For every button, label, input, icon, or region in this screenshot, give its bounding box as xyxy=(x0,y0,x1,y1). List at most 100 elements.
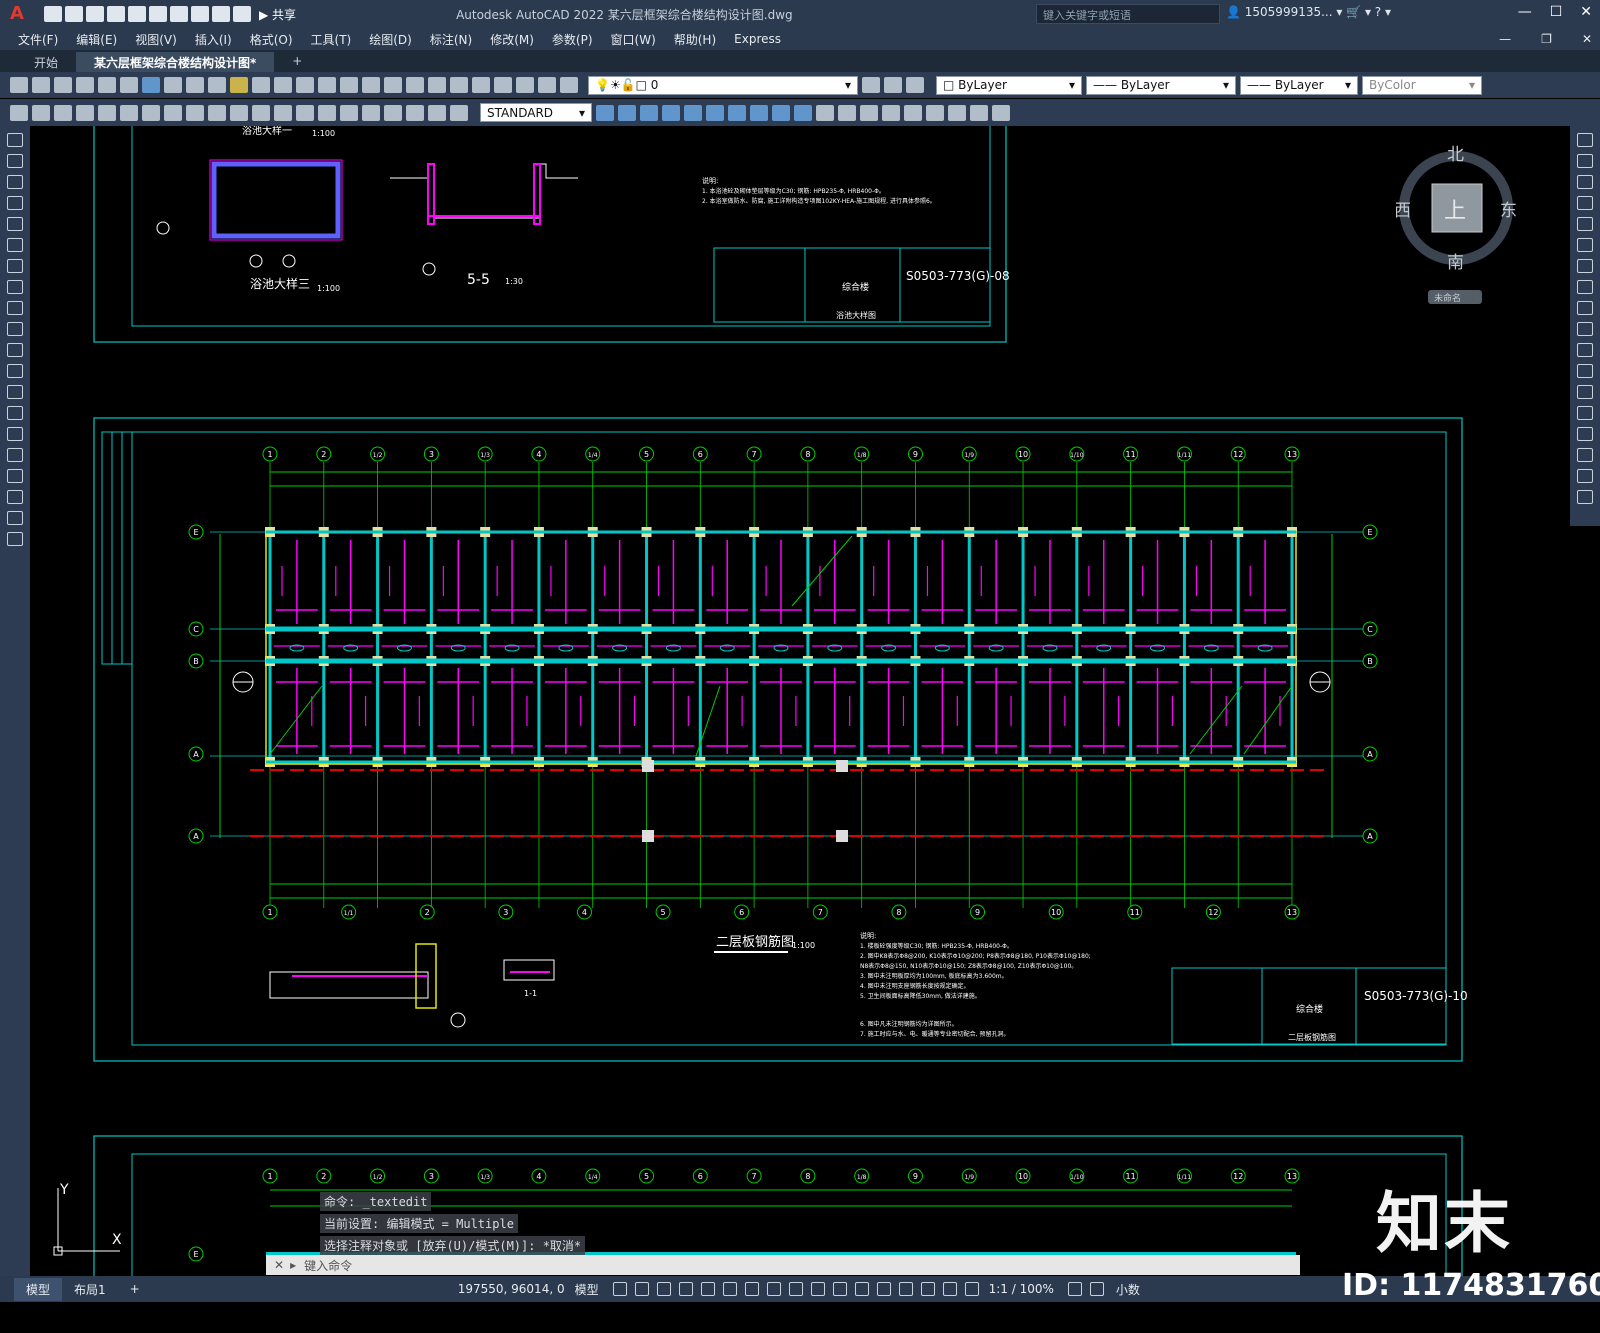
camera-icon[interactable] xyxy=(816,104,834,121)
doc-restore-icon[interactable]: ❐ xyxy=(1541,32,1552,46)
customize-icon[interactable] xyxy=(233,6,251,22)
color-dropdown[interactable]: □ ByLayer ▾ xyxy=(936,75,1082,95)
tab-drawing[interactable]: 某六层框架综合楼结构设计图* xyxy=(76,52,275,72)
menu-insert[interactable]: 插入(I) xyxy=(195,31,232,48)
drawing-canvas[interactable]: 浴池大样一 1:100 浴池大样三 1:100 5-5 1:30 说明: 1. … xyxy=(30,126,1570,1276)
zoom-previous-icon[interactable] xyxy=(384,77,402,93)
make-current-icon[interactable] xyxy=(862,77,880,93)
menu-parametric[interactable]: 参数(P) xyxy=(552,31,593,48)
selection-filter-icon[interactable] xyxy=(898,1282,913,1296)
compass-north[interactable]: 北 xyxy=(1447,145,1464,165)
tolerance-icon[interactable] xyxy=(340,104,358,121)
layer-dropdown[interactable]: 💡☀🔓□ 0 ▾ xyxy=(588,75,858,95)
menu-help[interactable]: 帮助(H) xyxy=(674,31,716,48)
publish-icon[interactable] xyxy=(120,77,138,93)
close-icon[interactable]: ✕ xyxy=(1580,4,1592,20)
rotate-icon[interactable] xyxy=(1577,259,1593,273)
dim-space-icon[interactable] xyxy=(318,104,336,121)
plot-icon[interactable] xyxy=(170,6,188,22)
zoom-realtime-icon[interactable] xyxy=(340,77,358,93)
inspection-icon[interactable] xyxy=(384,104,402,121)
make-block-icon[interactable] xyxy=(7,385,23,399)
osnap-icon[interactable] xyxy=(766,1282,781,1296)
search-input[interactable]: 键入关键字或短语 xyxy=(1036,4,1220,24)
fillet-icon[interactable] xyxy=(1577,448,1593,462)
menu-dimension[interactable]: 标注(N) xyxy=(430,31,472,48)
union-icon[interactable] xyxy=(684,104,702,121)
array-icon[interactable] xyxy=(1577,217,1593,231)
explode-icon[interactable] xyxy=(1577,490,1593,504)
dimtedit-icon[interactable] xyxy=(428,104,446,121)
model-space-toggle[interactable]: 模型 xyxy=(575,1281,599,1298)
zoom-window-icon[interactable] xyxy=(362,77,380,93)
light-icon[interactable] xyxy=(838,104,856,121)
open-web-icon[interactable] xyxy=(128,6,146,22)
arc-icon[interactable] xyxy=(7,238,23,252)
menu-express[interactable]: Express xyxy=(734,32,781,46)
doc-close-icon[interactable]: ✕ xyxy=(1582,32,1592,46)
menu-window[interactable]: 窗口(W) xyxy=(611,31,656,48)
cut-icon[interactable] xyxy=(164,77,182,93)
gear-icon[interactable] xyxy=(1067,1282,1082,1296)
ucs-object-icon[interactable] xyxy=(992,104,1010,121)
block-editor-icon[interactable] xyxy=(252,77,270,93)
hatch-icon[interactable] xyxy=(7,427,23,441)
solid-icon[interactable] xyxy=(662,104,680,121)
chamfer-icon[interactable] xyxy=(1577,427,1593,441)
lineweight-dropdown[interactable]: —— ByLayer ▾ xyxy=(1240,75,1358,95)
ortho-icon[interactable] xyxy=(678,1282,693,1296)
copy-object-icon[interactable] xyxy=(1577,154,1593,168)
plotstyle-dropdown[interactable]: ByColor ▾ xyxy=(1362,75,1482,95)
doc-minimize-icon[interactable]: — xyxy=(1499,32,1511,46)
revision-cloud-icon[interactable] xyxy=(7,280,23,294)
compass-west[interactable]: 西 xyxy=(1394,201,1411,221)
text-style-dropdown[interactable]: STANDARD ▾ xyxy=(480,103,592,122)
compass-east[interactable]: 东 xyxy=(1500,201,1517,221)
table-icon[interactable] xyxy=(7,490,23,504)
help-icon[interactable] xyxy=(538,77,556,93)
ordinate-dim-icon[interactable] xyxy=(142,104,160,121)
add-layout-button[interactable]: + xyxy=(118,1279,152,1299)
mtext-icon[interactable] xyxy=(7,511,23,525)
aligned-dim-icon[interactable] xyxy=(98,104,116,121)
sweep-icon[interactable] xyxy=(794,104,812,121)
walk-icon[interactable] xyxy=(904,104,922,121)
tab-model[interactable]: 模型 xyxy=(14,1277,63,1301)
spline-icon[interactable] xyxy=(7,301,23,315)
erase-icon[interactable] xyxy=(1577,133,1593,147)
circle-icon[interactable] xyxy=(7,259,23,273)
sheet-set-icon[interactable] xyxy=(472,77,490,93)
close-command-icon[interactable]: ✕ xyxy=(274,1258,284,1272)
properties-icon[interactable] xyxy=(406,77,424,93)
rectangle-icon[interactable] xyxy=(7,217,23,231)
isodraft-icon[interactable] xyxy=(722,1282,737,1296)
markup-icon[interactable] xyxy=(494,77,512,93)
jogged-dim-icon[interactable] xyxy=(186,104,204,121)
polyline-icon[interactable] xyxy=(7,175,23,189)
tab-layout1[interactable]: 布局1 xyxy=(62,1278,118,1301)
lineweight-icon[interactable] xyxy=(788,1282,803,1296)
plot-icon[interactable] xyxy=(76,77,94,93)
region-icon[interactable] xyxy=(7,469,23,483)
open-icon[interactable] xyxy=(65,6,83,22)
share-button[interactable]: ▶ 共享 xyxy=(259,6,296,23)
undo-icon[interactable] xyxy=(274,77,292,93)
match-properties-icon[interactable] xyxy=(230,77,248,93)
tab-start[interactable]: 开始 xyxy=(16,52,76,72)
save-icon[interactable] xyxy=(54,77,72,93)
command-input[interactable]: ✕ ▸ 键入命令 xyxy=(266,1255,1300,1275)
3d-icon[interactable] xyxy=(142,77,160,93)
snap-icon[interactable] xyxy=(634,1282,649,1296)
annotation-scale[interactable]: 1:1 / 100% xyxy=(989,1282,1054,1296)
view-icon[interactable] xyxy=(640,104,658,121)
layer-previous-icon[interactable] xyxy=(884,77,902,93)
calculator-icon[interactable] xyxy=(516,77,534,93)
new-icon[interactable] xyxy=(44,6,62,22)
orbit-icon[interactable] xyxy=(618,104,636,121)
line-icon[interactable] xyxy=(7,133,23,147)
point-icon[interactable] xyxy=(7,406,23,420)
gradient-icon[interactable] xyxy=(7,448,23,462)
mtext-icon[interactable] xyxy=(54,104,72,121)
auto-scale-icon[interactable] xyxy=(964,1282,979,1296)
undo-icon[interactable] xyxy=(191,6,209,22)
